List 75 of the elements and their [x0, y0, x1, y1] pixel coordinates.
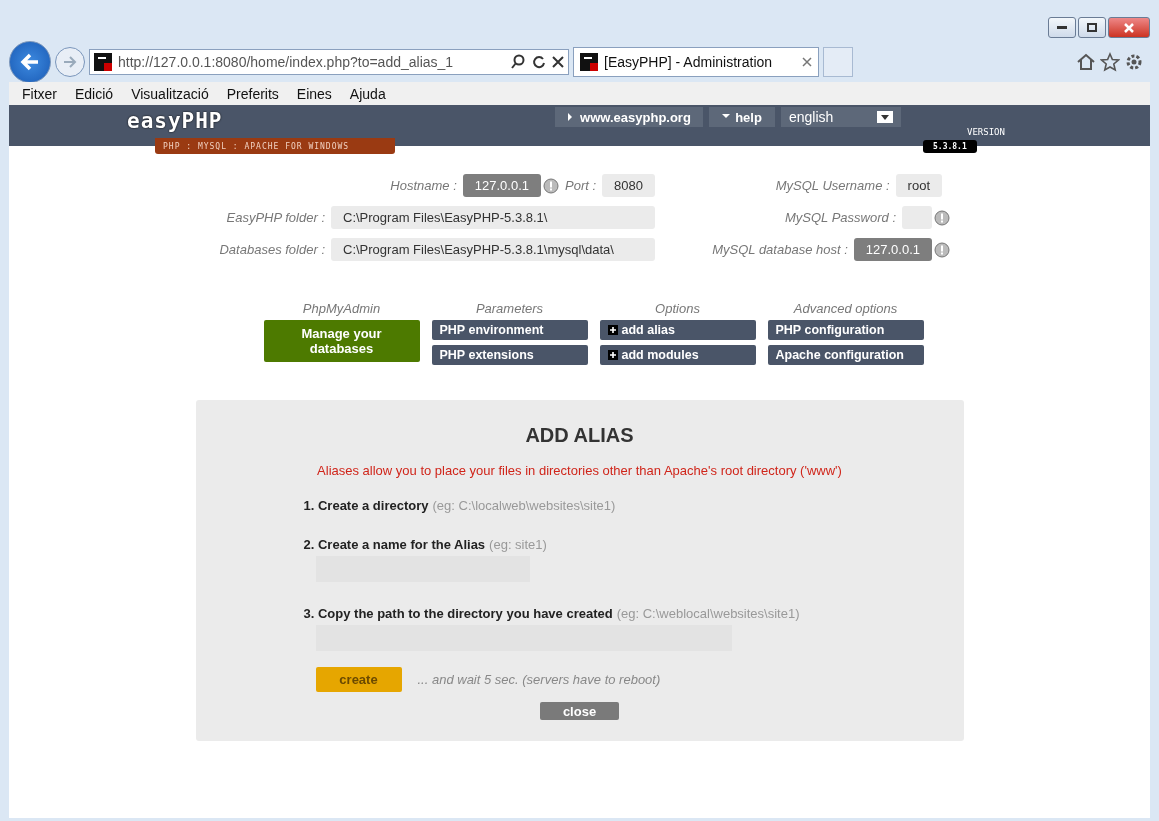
field-value: 8080	[602, 174, 655, 197]
refresh-icon[interactable]	[532, 55, 546, 69]
version-badge: 5.3.8.1	[923, 140, 977, 153]
minimize-icon	[1057, 25, 1067, 30]
language-select[interactable]: english	[781, 107, 901, 127]
warning-icon	[934, 209, 950, 226]
field-value: 127.0.0.1	[462, 174, 541, 197]
close-icon	[1124, 22, 1134, 33]
header-link[interactable]: help	[709, 107, 775, 127]
step-title: 2. Create a name for the Alias	[303, 537, 486, 552]
menu-item[interactable]: Ajuda	[340, 85, 395, 102]
menu-item[interactable]: Fitxer	[13, 85, 66, 102]
create-button[interactable]: create	[315, 667, 402, 692]
field-label: Databases folder :	[219, 242, 325, 257]
section-title: Advanced options	[793, 301, 898, 316]
menu-item[interactable]: Visualització	[122, 85, 218, 102]
arrow-icon	[722, 113, 731, 121]
menu-button[interactable]: Manage your databases	[263, 320, 420, 362]
warning-icon	[934, 241, 950, 258]
back-button[interactable]	[9, 41, 51, 83]
close-button[interactable]: close	[540, 702, 619, 720]
section-title: PhpMyAdmin	[302, 301, 381, 316]
step-title: 1. Create a directory	[303, 498, 429, 513]
menu-button[interactable]: PHP configuration	[767, 320, 924, 340]
description: Aliases allow you to place your files in directories other than Apache's root directory ('www')	[317, 463, 842, 478]
home-icon[interactable]	[1076, 52, 1096, 72]
minimize-button[interactable]	[1048, 17, 1076, 38]
logo: easyPHP	[127, 109, 223, 133]
step-hint: (eg: C:\weblocal\websites\site1)	[616, 606, 800, 621]
field-label: EasyPHP folder :	[226, 210, 325, 225]
field-label: Hostname :	[390, 178, 457, 193]
field-value: root	[895, 174, 942, 197]
field-value: 127.0.0.1	[853, 238, 932, 261]
menu-item[interactable]: Eines	[287, 85, 341, 102]
maximize-button[interactable]	[1078, 17, 1106, 38]
warning-icon	[543, 177, 559, 194]
step-title: 3. Copy the path to the directory you have created	[303, 606, 613, 621]
step-hint: (eg: site1)	[489, 537, 547, 552]
dialog-title: ADD ALIAS	[525, 424, 634, 447]
stop-icon[interactable]	[552, 56, 564, 68]
close-icon[interactable]	[802, 57, 812, 67]
header-link[interactable]: www.easyphp.org	[555, 107, 703, 127]
section-title: Parameters	[475, 301, 544, 316]
browser-tab[interactable]: [EasyPHP] - Administration	[573, 47, 819, 77]
tagline: PHP : MYSQL : APACHE FOR WINDOWS	[155, 138, 395, 154]
menu-item[interactable]: Edició	[66, 85, 123, 102]
menu-button[interactable]: PHP environment	[431, 320, 588, 340]
site-icon	[580, 53, 598, 71]
menu-button[interactable]: add alias	[599, 320, 756, 340]
version-label: VERSION	[967, 127, 1005, 137]
search-icon[interactable]	[510, 54, 526, 70]
field-label: MySQL Password :	[784, 210, 896, 225]
star-icon[interactable]	[1100, 52, 1120, 72]
forward-arrow-icon	[62, 54, 78, 70]
menu-item[interactable]: Preferits	[217, 85, 288, 102]
menu-button[interactable]: add modules	[599, 345, 756, 365]
dropdown-icon	[877, 111, 893, 123]
section-title: Options	[655, 301, 700, 316]
step-hint: (eg: C:\localweb\websites\site1)	[432, 498, 616, 513]
field-label: MySQL database host :	[712, 242, 848, 257]
back-arrow-icon	[19, 51, 41, 73]
field-label: Port :	[565, 178, 597, 193]
address-bar[interactable]: http://127.0.0.1:8080/home/index.php?to=add_alias_1	[89, 49, 569, 75]
close-button[interactable]	[1108, 17, 1150, 38]
field-value: C:\Program Files\EasyPHP-5.3.8.1\mysql\data\	[331, 238, 655, 261]
menu-button[interactable]: PHP extensions	[431, 345, 588, 365]
menu-button[interactable]: Apache configuration	[767, 345, 924, 365]
settings-icon[interactable]	[1124, 52, 1144, 72]
field-value: C:\Program Files\EasyPHP-5.3.8.1\	[331, 206, 655, 229]
site-icon	[94, 53, 112, 71]
wait-note: ... and wait 5 sec. (servers have to reboot)	[417, 672, 661, 687]
field-label: MySQL Username :	[775, 178, 890, 193]
plus-icon	[607, 325, 618, 335]
maximize-icon	[1087, 23, 1097, 32]
plus-icon	[607, 350, 618, 360]
